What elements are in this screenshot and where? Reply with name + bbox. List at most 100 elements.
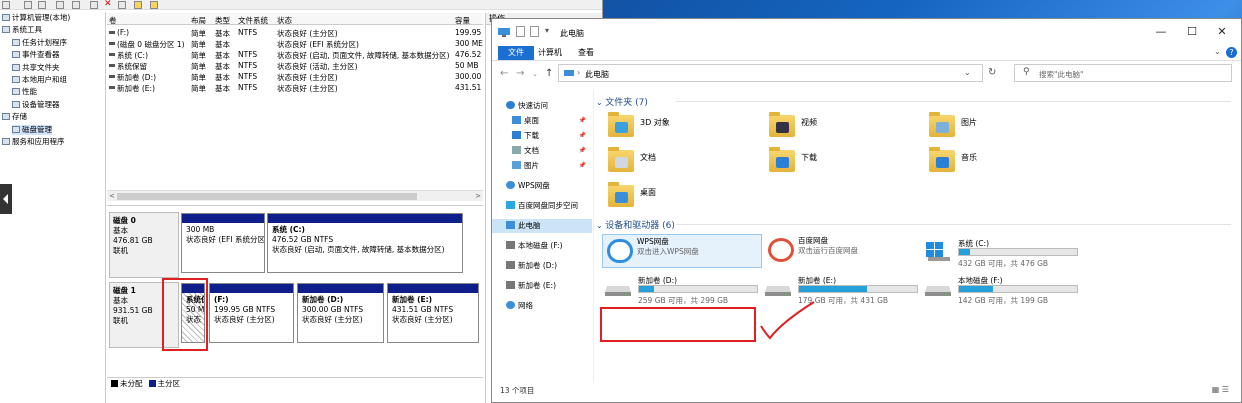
tree-item[interactable]: 磁盘管理 [12,124,52,135]
nav-item[interactable]: WPS网盘 [492,179,592,193]
horizontal-scrollbar[interactable]: < > [107,190,483,201]
back-button[interactable]: ← [500,68,508,79]
properties-icon[interactable] [24,1,32,9]
pin-icon[interactable]: 📌 [579,114,586,128]
folder-item[interactable]: 音乐 [929,147,1079,178]
tree-item-label: 存储 [12,112,27,122]
tree-item[interactable]: 共享文件夹 [12,63,60,73]
address-dropdown-icon[interactable]: ⌄ [964,68,971,77]
folder-item[interactable]: 桌面 [608,182,758,213]
address-bar-row: ← → ⌄ ↑ › 此电脑 ⌄ ↻ ⚲ 搜索"此电脑" [492,61,1241,85]
nav-item[interactable]: 本地磁盘 (F:) [492,239,592,253]
tree-item[interactable]: 事件查看器 [12,50,60,60]
table-row[interactable]: 系统 (C:) 简单 基本 NTFS 状态良好 (启动, 页面文件, 故障转储, 基本数… [107,49,483,60]
pin-icon[interactable]: 📌 [579,129,586,143]
cloud-drive-item[interactable]: 百度网盘 双击运行百度网盘 [764,234,924,268]
nav-item[interactable]: 网络 [492,299,592,313]
collapse-panel-button[interactable] [0,184,12,214]
pin-icon[interactable]: 📌 [579,144,586,158]
computer-icon [506,221,515,229]
ribbon-tab[interactable]: 计算机 [528,46,572,60]
scroll-right-icon[interactable]: > [475,192,481,200]
quick-properties-icon[interactable] [516,26,525,37]
table-row[interactable]: (磁盘 0 磁盘分区 1) 简单 基本 状态良好 (EFI 系统分区) 300 ME [107,38,483,49]
nav-item[interactable]: 快速访问 [492,99,592,113]
tree-item[interactable]: 性能 [12,87,37,97]
drive-item[interactable]: 新加卷 (D:) 259 GB 可用，共 299 GB [604,275,764,309]
disk-label[interactable]: 磁盘 0 基本 476.81 GB 联机 [109,212,179,278]
minimize-button[interactable]: — [1152,25,1170,38]
help-topic-icon[interactable] [56,1,64,9]
table-row[interactable]: 新加卷 (E:) 简单 基本 NTFS 状态良好 (主分区) 431.51 [107,82,483,93]
folder-item[interactable]: 视频 [769,112,919,143]
partition-text: (F:) 199.95 GB NTFS 状态良好 (主分区) [214,295,275,325]
partition-block[interactable]: 系统 (C:) 476.52 GB NTFS 状态良好 (启动, 页面文件, 故障转… [267,213,463,273]
folder-item[interactable]: 图片 [929,112,1079,143]
partition-block[interactable]: (F:) 199.95 GB NTFS 状态良好 (主分区) [209,283,294,343]
drive-item[interactable]: 本地磁盘 (F:) 142 GB 可用，共 199 GB [924,275,1084,309]
help-icon[interactable]: ? [1226,47,1237,58]
table-row[interactable]: (F:) 简单 基本 NTFS 状态良好 (主分区) 199.95 [107,27,483,38]
partition-block[interactable]: 新加卷 (E:) 431.51 GB NTFS 状态良好 (主分区) [387,283,479,343]
delete-icon[interactable]: ✕ [104,0,112,9]
drive-item[interactable]: 系统 (C:) 432 GB 可用，共 476 GB [924,238,1084,272]
scroll-left-icon[interactable]: < [109,192,115,200]
recent-locations-icon[interactable]: ⌄ [532,70,538,78]
close-button[interactable]: ✕ [1213,25,1231,38]
nav-item[interactable]: 下载 📌 [492,129,592,143]
nav-item[interactable]: 此电脑 [492,219,592,233]
nav-item[interactable]: 新加卷 (D:) [492,259,592,273]
check-icon[interactable] [118,1,126,9]
column-header[interactable]: 布局 [191,15,206,26]
tree-item[interactable]: 设备管理器 [12,100,60,110]
customize-toolbar-icon[interactable]: ▾ [545,26,549,35]
tree-item[interactable]: 本地用户和组 [12,75,67,85]
search-input[interactable]: ⚲ 搜索"此电脑" [1014,64,1232,82]
refresh-icon[interactable]: ↻ [988,67,996,78]
search-icon[interactable] [150,1,158,9]
folder-item[interactable]: 下载 [769,147,919,178]
column-header[interactable]: 文件系统 [238,15,268,26]
nav-item[interactable]: 图片 📌 [492,159,592,173]
tree-item[interactable]: 计算机管理(本地) [2,13,70,23]
table-row[interactable]: 新加卷 (D:) 简单 基本 NTFS 状态良好 (主分区) 300.00 [107,71,483,82]
up-button[interactable]: ↑ [545,68,553,79]
nav-item[interactable]: 新加卷 (E:) [492,279,592,293]
column-header[interactable]: 类型 [215,15,230,26]
partition-block[interactable]: 300 MB 状态良好 (EFI 系统分区) [181,213,265,273]
partition-size: 199.95 GB NTFS [214,305,276,314]
partition-block[interactable]: 新加卷 (D:) 300.00 GB NTFS 状态良好 (主分区) [297,283,384,343]
nav-item[interactable]: 百度网盘同步空间 [492,199,592,213]
nav-item[interactable]: 文档 📌 [492,144,592,158]
new-folder-icon[interactable] [530,26,539,37]
view-icon[interactable] [72,1,80,9]
ribbon-tab[interactable]: 查看 [568,46,604,60]
cloud-drive-item[interactable]: WPS网盘 双击进入WPS网盘 [602,234,762,268]
tree-node-icon [2,138,10,145]
column-header[interactable]: 卷 [109,15,117,26]
folder-item[interactable]: 文档 [608,147,758,178]
pin-icon[interactable]: 📌 [579,159,586,173]
back-icon[interactable] [2,1,10,9]
view-toggle[interactable]: ▦ ☰ [1212,385,1229,394]
tree-item[interactable]: 存储 [2,112,27,122]
maximize-button[interactable]: ☐ [1183,25,1201,38]
connect-icon[interactable] [90,1,98,9]
group-header[interactable]: ⌄ 文件夹 (7) [596,95,648,108]
address-bar[interactable]: › 此电脑 ⌄ [558,64,983,82]
folder-item[interactable]: 3D 对象 [608,112,758,143]
group-header[interactable]: ⌄ 设备和驱动器 (6) [596,218,675,231]
tree-item[interactable]: 服务和应用程序 [2,137,65,147]
folder-up-icon[interactable] [134,1,142,9]
column-header[interactable]: 状态 [277,15,292,26]
table-row[interactable]: 系统保留 简单 基本 NTFS 状态良好 (活动, 主分区) 50 MB [107,60,483,71]
scrollbar-thumb[interactable] [117,193,417,200]
tree-item[interactable]: 系统工具 [2,25,42,35]
nav-item[interactable]: 桌面 📌 [492,114,592,128]
help-icon[interactable] [38,1,46,9]
forward-button[interactable]: → [516,68,524,79]
column-header[interactable]: 容量 [455,15,470,26]
tree-item[interactable]: 任务计划程序 [12,38,67,48]
chevron-down-icon[interactable]: ⌄ [1214,47,1221,56]
cloud-icon [506,181,515,189]
